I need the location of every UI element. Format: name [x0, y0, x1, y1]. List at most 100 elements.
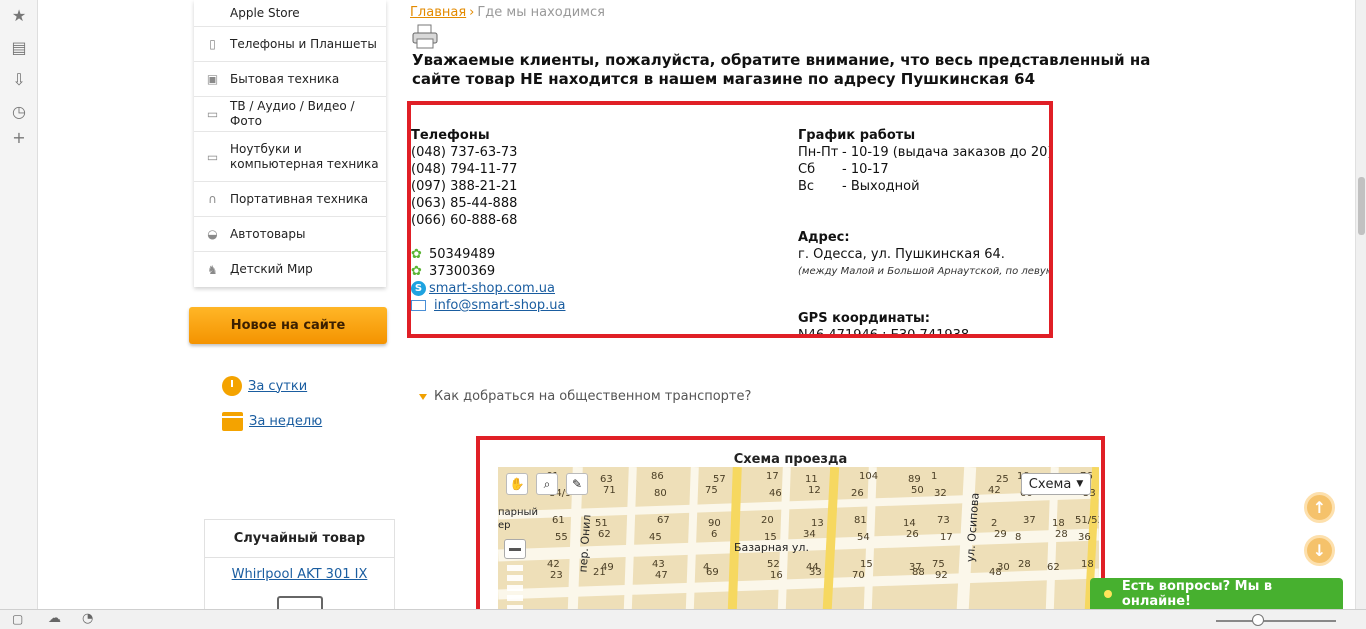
zoom-scale-step[interactable]: [507, 575, 523, 581]
house-number: 70: [852, 570, 865, 581]
day-link[interactable]: За сутки: [248, 379, 307, 394]
zoom-slider-track[interactable]: [1216, 620, 1336, 622]
icq-row: ✿ 50349489: [411, 246, 565, 263]
random-product-box: Случайный товар Whirlpool AKT 301 IX: [204, 519, 395, 619]
week-link[interactable]: За неделю: [249, 414, 322, 429]
category-item[interactable]: Apple Store: [194, 0, 386, 27]
map-type-select[interactable]: Схема ▼: [1021, 473, 1091, 495]
house-number: 67: [657, 515, 670, 526]
gps-value: N46.471946 ; E30.741938: [798, 328, 970, 338]
zoom-out-button[interactable]: [504, 539, 526, 559]
house-number: 17: [766, 471, 779, 482]
category-menu: Apple Store ▯ Телефоны и Планшеты ▣ Быто…: [194, 0, 386, 287]
arrow-up-icon: ↑: [1312, 498, 1327, 517]
house-number: 26: [851, 488, 864, 499]
house-number: 14: [903, 518, 916, 529]
hand-tool-icon[interactable]: ✋: [506, 473, 528, 495]
address-line: г. Одесса, ул. Пушкинская 64.: [798, 247, 1005, 262]
address-note: (между Малой и Большой Арнаутской, по ле…: [798, 266, 1053, 277]
random-product-link[interactable]: Whirlpool AKT 301 IX: [205, 567, 394, 582]
new-on-site-button[interactable]: Новое на сайте: [189, 307, 387, 344]
cloud-icon[interactable]: ☁: [48, 611, 61, 626]
address-title: Адрес:: [798, 230, 850, 245]
category-item[interactable]: ▭ ТВ / Аудио / Видео / Фото: [194, 97, 386, 132]
house-number: 104: [859, 471, 879, 482]
breadcrumb-separator: ›: [469, 5, 475, 20]
panel-toggle-icon[interactable]: ▢: [12, 612, 23, 626]
category-item[interactable]: ▣ Бытовая техника: [194, 62, 386, 97]
house-number: 55: [555, 532, 568, 543]
speed-dial-icon[interactable]: ◔: [82, 611, 93, 626]
zoom-scale-step[interactable]: [507, 595, 523, 601]
product-image[interactable]: [276, 596, 323, 610]
house-number: 29: [994, 529, 1007, 540]
scroll-up-button[interactable]: ↑: [1304, 492, 1335, 523]
history-icon[interactable]: ◷: [10, 102, 28, 121]
note-icon[interactable]: ▤: [10, 38, 28, 57]
page-scrollbar[interactable]: [1355, 0, 1366, 609]
chevron-down-icon: ▼: [1076, 479, 1084, 489]
house-number: 63: [600, 474, 613, 485]
zoom-slider-knob[interactable]: [1252, 614, 1264, 626]
clock-icon: [222, 376, 242, 396]
zoom-scale-step[interactable]: [507, 585, 523, 591]
house-number: 57: [713, 474, 726, 485]
appliance-icon: ▣: [206, 72, 219, 86]
category-label: ТВ / Аудио / Видео / Фото: [230, 99, 355, 128]
house-number: 52: [767, 559, 780, 570]
phone-number: (097) 388-21-21: [411, 179, 518, 194]
house-number: 28: [1018, 559, 1031, 570]
house-number: 46: [769, 488, 782, 499]
street-label: парный: [498, 507, 538, 518]
map-canvas[interactable]: Базарная ул. ул. Осипова пер. Онил парны…: [498, 467, 1099, 625]
phone-number: (048) 737-63-73: [411, 145, 518, 160]
category-label: Портативная техника: [230, 191, 369, 206]
house-number: 75: [705, 485, 718, 496]
house-number: 48: [989, 567, 1002, 578]
icq-row: ✿ 37300369: [411, 263, 565, 280]
category-item[interactable]: ◒ Автотовары: [194, 217, 386, 252]
notice-text: Уважаемые клиенты, пожалуйста, обратите …: [412, 51, 1151, 88]
street-label: ер: [498, 520, 511, 531]
scroll-down-button[interactable]: ↓: [1304, 535, 1335, 566]
phone-icon: ▯: [209, 37, 216, 51]
apple-icon: [204, 6, 221, 20]
house-number: 33: [809, 567, 822, 578]
transport-toggle[interactable]: Как добраться на общественном транспорте…: [419, 389, 751, 404]
skype-link[interactable]: smart-shop.com.ua: [429, 280, 555, 297]
map-type-label: Схема: [1028, 476, 1072, 492]
printer-icon[interactable]: [411, 24, 439, 50]
house-number: 50: [911, 485, 924, 496]
transport-toggle-label: Как добраться на общественном транспорте…: [434, 389, 752, 404]
download-icon[interactable]: ⇩: [10, 70, 28, 89]
period-week: За неделю: [222, 412, 322, 431]
house-number: 15: [764, 532, 777, 543]
house-number: 51/53: [1075, 515, 1099, 526]
zoom-scale-step[interactable]: [507, 565, 523, 571]
online-status-icon: [1104, 589, 1112, 598]
icq-icon: ✿: [411, 264, 422, 279]
house-number: 25: [996, 474, 1009, 485]
map-road: [498, 568, 1099, 600]
scrollbar-thumb[interactable]: [1358, 177, 1365, 235]
schedule-column: График работы Пн-Пт - 10-19 (выдача заказ…: [798, 127, 1053, 338]
online-chat-button[interactable]: Есть вопросы? Мы в онлайне!: [1090, 578, 1343, 609]
house-number: 71: [603, 485, 616, 496]
magnifier-icon[interactable]: ⌕: [536, 473, 558, 495]
category-item[interactable]: ▭ Ноутбуки и компьютерная техника: [194, 132, 386, 182]
house-number: 45: [649, 532, 662, 543]
star-icon[interactable]: ★: [10, 6, 28, 25]
add-icon[interactable]: +: [10, 128, 28, 147]
breadcrumb-home-link[interactable]: Главная: [410, 5, 466, 20]
browser-sidebar: ★ ▤ ⇩ ◷ +: [0, 0, 38, 609]
category-item[interactable]: ♞ Детский Мир: [194, 252, 386, 287]
calendar-icon: [222, 412, 243, 431]
random-product-title: Случайный товар: [205, 520, 394, 558]
house-number: 36: [1078, 532, 1091, 543]
category-item[interactable]: ▯ Телефоны и Планшеты: [194, 27, 386, 62]
arrow-down-icon: ↓: [1312, 541, 1327, 560]
ruler-icon[interactable]: ✎: [566, 473, 588, 495]
house-number: 26: [906, 529, 919, 540]
category-item[interactable]: ∩ Портативная техника: [194, 182, 386, 217]
email-link[interactable]: info@smart-shop.ua: [434, 297, 565, 314]
